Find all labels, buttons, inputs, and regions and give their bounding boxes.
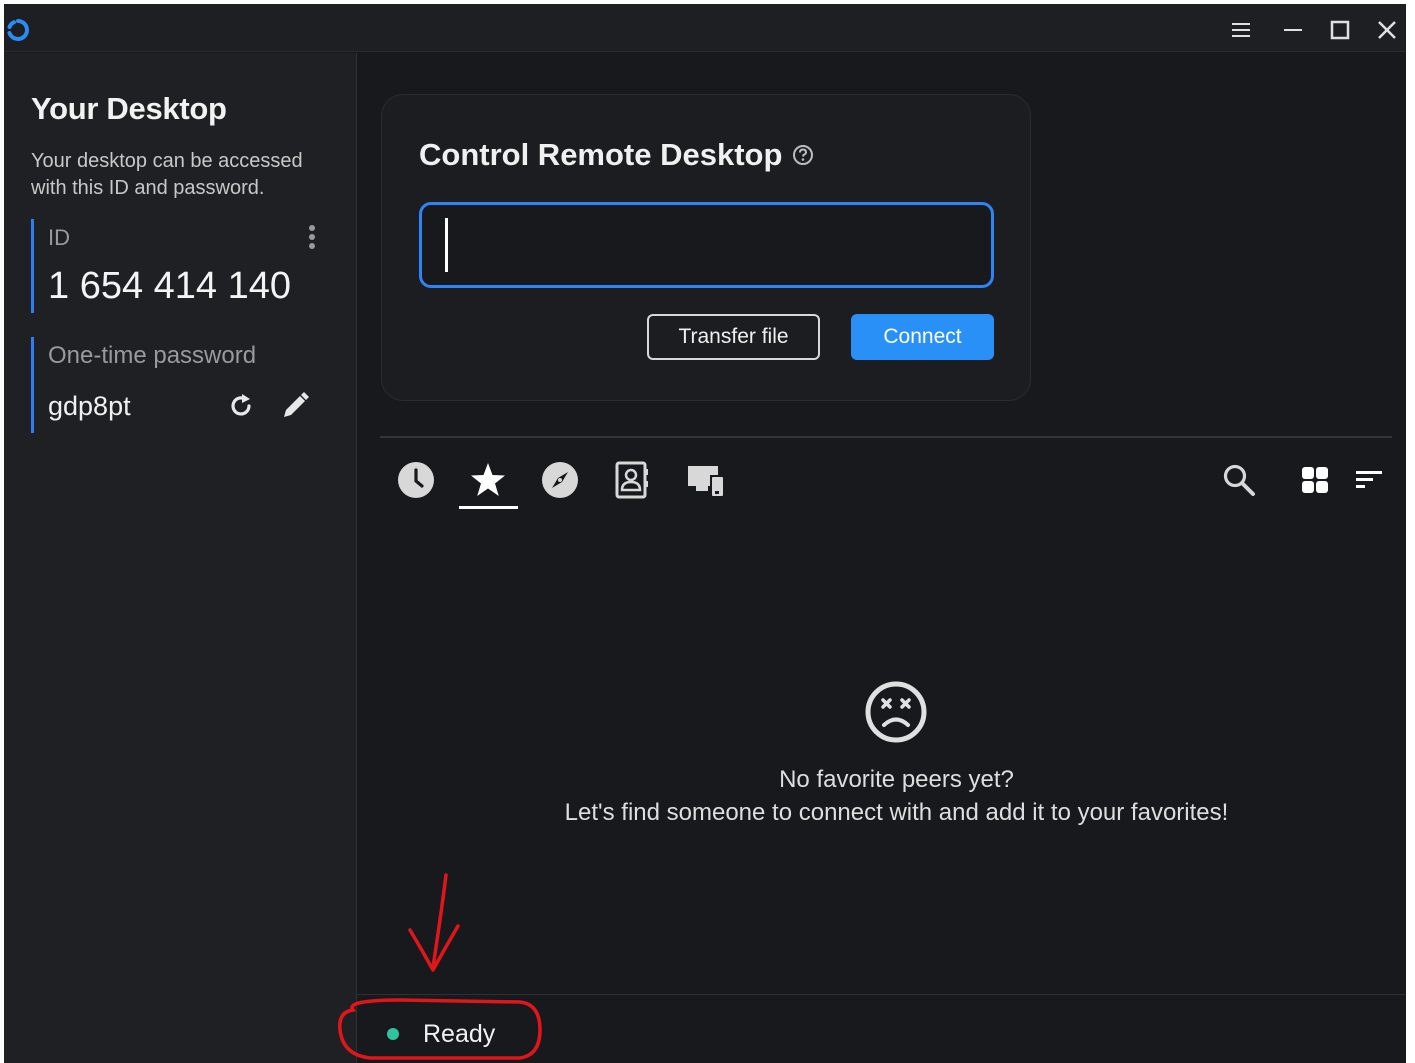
help-icon[interactable] [792, 144, 814, 166]
your-desktop-panel: Your Desktop Your desktop can be accesse… [4, 53, 357, 1063]
close-icon[interactable] [1373, 16, 1401, 44]
app-window: Your Desktop Your desktop can be accesse… [4, 4, 1406, 1063]
devices-icon[interactable] [686, 460, 726, 500]
empty-state-line-2: Let's find someone to connect with and a… [564, 799, 1229, 826]
refresh-password-icon[interactable] [224, 389, 258, 423]
section-divider [380, 436, 1392, 438]
title-bar [4, 4, 1406, 52]
sort-icon[interactable] [1351, 462, 1387, 498]
recent-clock-icon[interactable] [396, 460, 436, 500]
empty-state-line-1: No favorite peers yet? [779, 766, 1014, 793]
address-book-icon[interactable] [612, 460, 652, 500]
transfer-file-button[interactable]: Transfer file [647, 314, 820, 360]
minimize-icon[interactable] [1279, 16, 1307, 44]
search-icon[interactable] [1221, 462, 1257, 498]
your-desktop-description: Your desktop can be accessed with this I… [31, 150, 303, 199]
id-value[interactable]: 1 654 414 140 [48, 265, 291, 308]
your-desktop-title: Your Desktop [31, 91, 227, 126]
menu-icon[interactable] [1227, 16, 1255, 44]
status-indicator-icon [387, 1028, 399, 1040]
favorites-star-icon[interactable] [468, 460, 508, 500]
password-section: One-time password gdp8pt [31, 337, 331, 433]
app-logo-icon [7, 19, 29, 41]
maximize-icon[interactable] [1326, 16, 1354, 44]
text-cursor [445, 218, 448, 272]
discovered-compass-icon[interactable] [540, 460, 580, 500]
control-remote-card: Control Remote Desktop Transfer file Con… [381, 94, 1031, 401]
id-section: ID 1 654 414 140 [31, 219, 331, 313]
password-value[interactable]: gdp8pt [48, 391, 131, 422]
status-text: Ready [423, 1020, 496, 1048]
sad-face-icon [865, 681, 927, 743]
active-tab-indicator [459, 506, 518, 509]
grid-view-icon[interactable] [1297, 462, 1333, 498]
id-label: ID [48, 225, 70, 250]
status-bar: Ready [357, 994, 1406, 1063]
control-remote-title: Control Remote Desktop [419, 137, 814, 173]
control-remote-title-text: Control Remote Desktop [419, 137, 783, 172]
connect-button[interactable]: Connect [851, 314, 994, 360]
more-options-icon[interactable] [302, 219, 322, 255]
remote-id-input[interactable] [419, 202, 994, 288]
edit-password-icon[interactable] [278, 389, 312, 423]
password-label: One-time password [48, 342, 257, 369]
